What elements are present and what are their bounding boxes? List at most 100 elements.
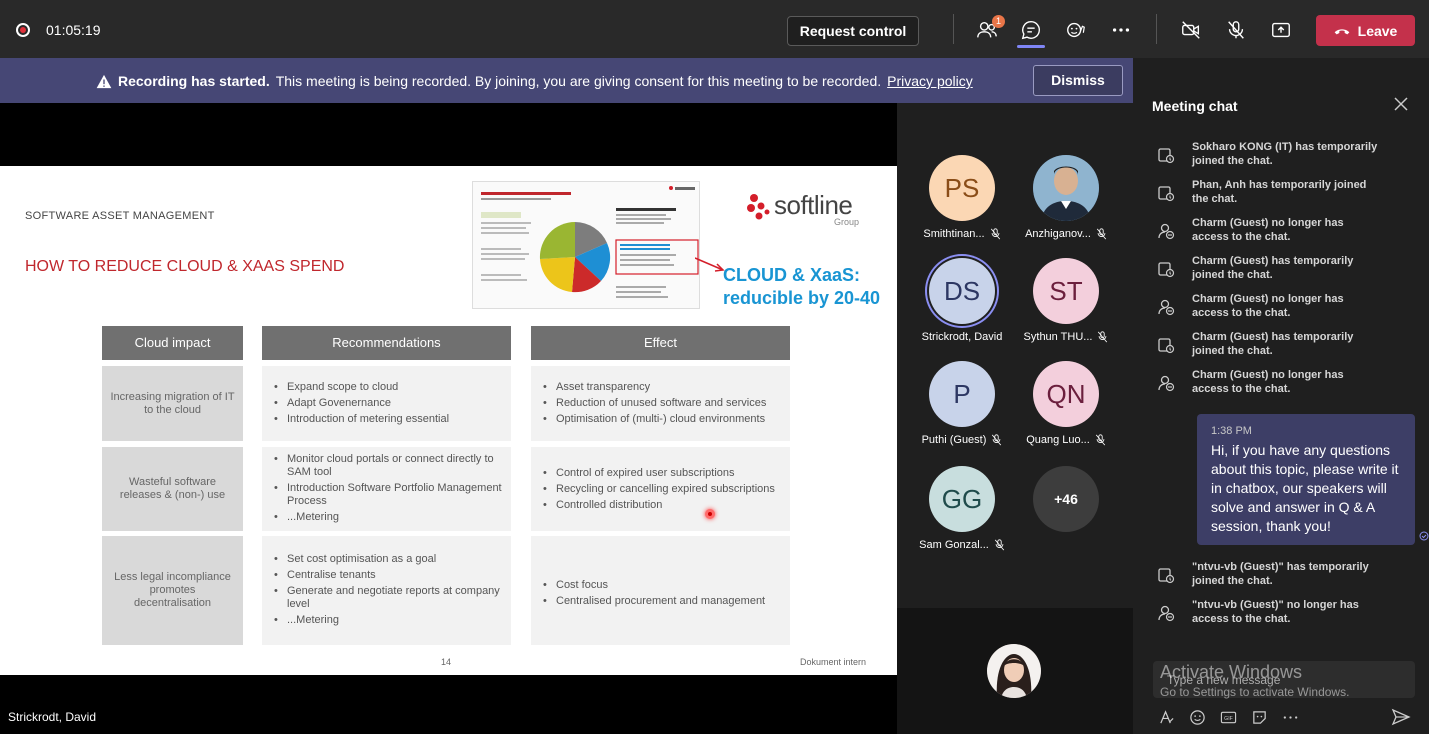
camera-toggle-button[interactable] bbox=[1178, 17, 1204, 43]
meeting-toolbar: 01:05:19 Request control 1 Leave bbox=[0, 0, 1429, 58]
list-item: Optimisation of (multi-) cloud environme… bbox=[543, 413, 790, 426]
gif-icon: GIF bbox=[1220, 711, 1237, 724]
slide-title: HOW TO REDUCE CLOUD & XAAS SPEND bbox=[25, 258, 345, 275]
list-item: Asset transparency bbox=[543, 381, 790, 394]
recommendations-cell: Set cost optimisation as a goal Centrali… bbox=[262, 536, 511, 645]
chat-system-text: Charm (Guest) no longer has access to th… bbox=[1192, 369, 1344, 395]
list-item: Monitor cloud portals or connect directl… bbox=[274, 453, 505, 479]
chat-joined-icon bbox=[1158, 338, 1175, 354]
meeting-chat-panel: Meeting chat Sokharo KONG (IT) has tempo… bbox=[1133, 58, 1429, 734]
participant-name-row: Sam Gonzal... bbox=[912, 539, 1012, 551]
more-options-button[interactable] bbox=[1281, 708, 1300, 727]
mic-toggle-button[interactable] bbox=[1223, 17, 1249, 43]
softline-logo-dots-icon bbox=[747, 194, 770, 220]
participant-tile[interactable]: PS Smithtinan... bbox=[912, 155, 1012, 255]
format-button[interactable] bbox=[1157, 708, 1176, 727]
leave-button[interactable]: Leave bbox=[1316, 15, 1415, 46]
chat-message-bubble[interactable]: 1:38 PM Hi, if you have any questions ab… bbox=[1197, 414, 1415, 545]
more-icon bbox=[1112, 28, 1130, 32]
participant-tile[interactable]: P Puthi (Guest) bbox=[912, 361, 1012, 461]
more-icon bbox=[1283, 716, 1298, 719]
shared-slide: SOFTWARE ASSET MANAGEMENT HOW TO REDUCE … bbox=[0, 166, 897, 675]
avatar: P bbox=[929, 361, 995, 427]
raise-hand-icon bbox=[1067, 22, 1085, 38]
gif-button[interactable]: GIF bbox=[1219, 708, 1238, 727]
participant-name-row: Anzhiganov... bbox=[1016, 228, 1116, 240]
effect-cell: Asset transparency Reduction of unused s… bbox=[531, 366, 790, 441]
avatar-active-speaker: DS bbox=[929, 258, 995, 324]
participant-tile[interactable]: ST Sythun THU... bbox=[1016, 258, 1116, 358]
list-item: Set cost optimisation as a goal bbox=[274, 553, 505, 566]
activate-windows-watermark: Activate Windows Go to Settings to activ… bbox=[1160, 662, 1349, 699]
meeting-timer: 01:05:19 bbox=[46, 22, 101, 38]
mic-muted-icon bbox=[1095, 434, 1105, 446]
toolbar-divider bbox=[1156, 14, 1157, 44]
person-removed-icon bbox=[1158, 223, 1175, 240]
close-icon[interactable] bbox=[1393, 96, 1409, 112]
chat-icon bbox=[1021, 21, 1040, 40]
recommendations-cell: Monitor cloud portals or connect directl… bbox=[262, 447, 511, 531]
camera-off-icon bbox=[1182, 21, 1200, 39]
person-photo-icon bbox=[1033, 155, 1099, 221]
more-actions-button[interactable] bbox=[1108, 17, 1134, 43]
list-item: Introduction Software Portfolio Manageme… bbox=[274, 482, 505, 508]
list-item: Centralise tenants bbox=[274, 569, 505, 582]
format-icon bbox=[1160, 710, 1174, 724]
message-timestamp: 1:38 PM bbox=[1211, 425, 1252, 437]
participant-tile[interactable]: DS Strickrodt, David bbox=[912, 258, 1012, 358]
person-removed-icon bbox=[1158, 299, 1175, 316]
chat-system-text: "ntvu-vb (Guest)" no longer has access t… bbox=[1192, 599, 1359, 625]
mic-muted-icon bbox=[992, 434, 1002, 446]
chat-active-indicator bbox=[1017, 45, 1045, 48]
chat-system-text: Charm (Guest) has temporarily joined the… bbox=[1192, 331, 1354, 357]
recommendations-cell: Expand scope to cloud Adapt Govenernance… bbox=[262, 366, 511, 441]
chat-joined-icon bbox=[1158, 568, 1175, 584]
list-item: Introduction of metering essential bbox=[274, 413, 511, 426]
avatar: GG bbox=[929, 466, 995, 532]
warning-icon bbox=[96, 74, 112, 88]
send-icon[interactable] bbox=[1391, 707, 1411, 727]
chat-button[interactable] bbox=[1018, 17, 1044, 43]
list-item: ...Metering bbox=[274, 511, 505, 524]
participant-name: Puthi (Guest) bbox=[921, 434, 987, 446]
leave-label: Leave bbox=[1357, 22, 1398, 39]
participant-name-row: Strickrodt, David bbox=[912, 331, 1012, 343]
person-photo-icon bbox=[987, 644, 1041, 698]
participant-tile[interactable]: QN Quang Luo... bbox=[1016, 361, 1116, 461]
list-item: Cost focus bbox=[543, 579, 790, 592]
chat-system-text: Charm (Guest) no longer has access to th… bbox=[1192, 293, 1344, 319]
list-item: Generate and negotiate reports at compan… bbox=[274, 585, 505, 611]
request-control-button[interactable]: Request control bbox=[787, 16, 919, 46]
more-participants-tile[interactable]: +46 bbox=[1016, 466, 1116, 566]
chat-joined-icon bbox=[1158, 262, 1175, 278]
impact-cell: Increasing migration of IT to the cloud bbox=[102, 366, 243, 441]
list-item: Expand scope to cloud bbox=[274, 381, 511, 394]
participant-name-row: Puthi (Guest) bbox=[912, 434, 1012, 446]
recording-notice-title: Recording has started. bbox=[118, 73, 270, 89]
participant-name: Strickrodt, David bbox=[921, 331, 1003, 343]
watermark-subtitle: Go to Settings to activate Windows. bbox=[1160, 685, 1350, 699]
chat-system-text: Charm (Guest) has temporarily joined the… bbox=[1192, 255, 1354, 281]
effect-cell: Cost focus Centralised procurement and m… bbox=[531, 536, 790, 645]
presenter-name: Strickrodt, David bbox=[8, 710, 97, 724]
share-screen-button[interactable] bbox=[1268, 17, 1294, 43]
emoji-button[interactable] bbox=[1188, 708, 1207, 727]
participant-tile[interactable]: GG Sam Gonzal... bbox=[912, 466, 1012, 566]
participant-name: Smithtinan... bbox=[923, 228, 985, 240]
privacy-policy-link[interactable]: Privacy policy bbox=[887, 73, 973, 89]
dismiss-button[interactable]: Dismiss bbox=[1033, 65, 1123, 96]
avatar: QN bbox=[1033, 361, 1099, 427]
chat-system-text: Phan, Anh has temporarily joined the cha… bbox=[1192, 179, 1367, 205]
avatar-photo bbox=[1033, 155, 1099, 221]
list-item: Reduction of unused software and service… bbox=[543, 397, 790, 410]
chat-system-text: Charm (Guest) no longer has access to th… bbox=[1192, 217, 1344, 243]
reactions-button[interactable] bbox=[1063, 17, 1089, 43]
hang-up-icon bbox=[1334, 28, 1349, 34]
mic-muted-icon bbox=[1096, 228, 1107, 240]
sticker-icon bbox=[1253, 711, 1266, 724]
sticker-button[interactable] bbox=[1250, 708, 1269, 727]
participant-tile[interactable]: Anzhiganov... bbox=[1016, 155, 1116, 255]
message-text: Hi, if you have any questions about this… bbox=[1211, 442, 1399, 534]
participants-badge: 1 bbox=[992, 15, 1005, 28]
share-icon bbox=[1272, 22, 1290, 38]
